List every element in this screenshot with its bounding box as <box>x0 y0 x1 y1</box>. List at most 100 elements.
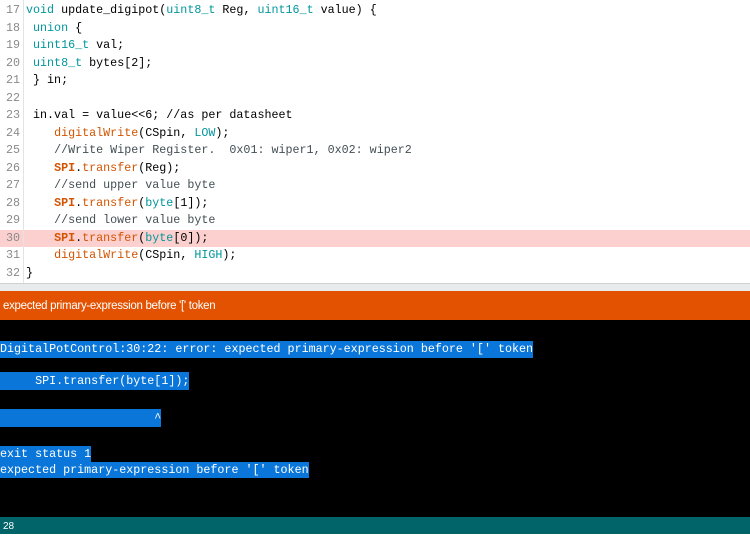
line-number: 30 <box>5 230 20 245</box>
line-number: 25 <box>5 143 20 157</box>
code-token: (CSpin, <box>138 248 195 262</box>
code-editor[interactable]: 17 void update_digipot(uint8_t Reg, uint1… <box>0 0 750 283</box>
code-token: //send upper value byte <box>54 178 216 192</box>
line-number: 24 <box>5 125 20 140</box>
line-number: 28 <box>5 195 20 210</box>
code-token: digitalWrite <box>54 125 139 140</box>
code-line[interactable]: 23 in.val = value<<6; //as per datasheet <box>0 107 750 125</box>
code-text[interactable]: digitalWrite(CSpin, HIGH); <box>26 247 236 265</box>
code-token: SPI <box>54 195 76 210</box>
code-token: value) { <box>313 3 377 17</box>
console-line[interactable]: DigitalPotControl:30:22: error: expected… <box>0 341 534 358</box>
code-token: val; <box>89 38 125 52</box>
code-line[interactable]: 31 digitalWrite(CSpin, HIGH); <box>0 247 750 265</box>
code-token: bytes[2]; <box>82 55 153 70</box>
code-token: } <box>26 265 34 280</box>
code-line[interactable]: 24 digitalWrite(CSpin, LOW); <box>0 125 750 143</box>
code-line[interactable]: 18 union { <box>0 20 750 38</box>
code-token: (CSpin, <box>138 125 195 140</box>
code-token: digitalWrite <box>54 248 139 262</box>
line-number: 20 <box>5 55 20 70</box>
code-line[interactable]: 20 uint8_t bytes[2]; <box>0 55 750 73</box>
code-token: LOW <box>194 125 216 140</box>
error-message: expected primary-expression before '[' t… <box>3 300 216 312</box>
console-line[interactable]: ^ <box>0 409 161 427</box>
code-line[interactable]: 17 void update_digipot(uint8_t Reg, uint1… <box>0 2 750 20</box>
line-number: 32 <box>5 265 20 280</box>
line-number: 23 <box>5 108 20 122</box>
code-line[interactable]: 27 //send upper value byte <box>0 177 750 195</box>
line-number: 31 <box>5 248 20 262</box>
console-line[interactable]: SPI.transfer(byte[1]); <box>0 372 190 390</box>
code-token: SPI <box>54 230 76 245</box>
code-text[interactable]: void update_digipot(uint8_t Reg, uint16_… <box>26 2 377 20</box>
line-number: 29 <box>5 213 20 227</box>
code-token: { <box>68 20 83 35</box>
code-text[interactable]: SPI.transfer(byte[0]); <box>26 230 208 248</box>
code-token: [1]); <box>173 195 209 210</box>
code-text[interactable]: union { <box>26 20 82 38</box>
code-token: byte <box>145 195 174 210</box>
code-line[interactable]: 26 SPI.transfer(Reg); <box>0 160 750 178</box>
code-token: transfer <box>82 230 139 245</box>
code-text[interactable]: //send lower value byte <box>26 212 215 230</box>
line-number: 18 <box>5 20 20 35</box>
code-token: uint16_t <box>257 3 314 17</box>
code-line[interactable]: 29 //send lower value byte <box>0 212 750 230</box>
line-number: 19 <box>5 38 20 52</box>
code-token: ); <box>222 248 237 262</box>
code-text[interactable]: } <box>26 265 33 283</box>
code-text[interactable]: SPI.transfer(byte[1]); <box>26 195 208 213</box>
console-line[interactable]: expected primary-expression before '[' t… <box>0 462 309 478</box>
code-line[interactable]: 28 SPI.transfer(byte[1]); <box>0 195 750 213</box>
line-number: 26 <box>5 160 20 175</box>
code-line[interactable]: 21 } in; <box>0 72 750 90</box>
code-text[interactable]: } in; <box>26 72 68 90</box>
console-output[interactable]: DigitalPotControl:30:22: error: expected… <box>0 320 750 517</box>
code-token: update_digipot( <box>54 3 167 17</box>
code-token: Reg, <box>215 3 258 17</box>
console-line[interactable]: exit status 1 <box>0 446 92 462</box>
code-token: (Reg); <box>138 160 181 175</box>
code-token: SPI <box>54 160 76 175</box>
code-token: transfer <box>82 160 139 175</box>
status-bar: 28 <box>0 517 750 534</box>
code-token: //Write Wiper Register. 0x01: wiper1, 0x… <box>54 143 412 157</box>
code-line[interactable]: 30 SPI.transfer(byte[0]); <box>0 229 750 248</box>
code-token: in.val = value<<6; //as per datasheet <box>26 108 293 122</box>
line-number: 22 <box>5 90 20 105</box>
code-token: uint8_t <box>166 3 216 17</box>
code-line[interactable]: 25 //Write Wiper Register. 0x01: wiper1,… <box>0 142 750 160</box>
line-number: 17 <box>5 3 20 17</box>
code-text[interactable]: uint16_t val; <box>26 37 124 55</box>
code-text[interactable]: //send upper value byte <box>26 177 215 195</box>
line-number: 27 <box>5 178 20 192</box>
code-token: uint16_t <box>33 38 90 52</box>
code-token: [0]); <box>173 230 209 245</box>
line-number: 21 <box>5 73 20 87</box>
code-text[interactable]: in.val = value<<6; //as per datasheet <box>26 107 293 125</box>
code-line[interactable]: 32} <box>0 265 750 283</box>
code-token: transfer <box>82 195 139 210</box>
code-token: void <box>26 3 55 17</box>
code-line[interactable]: 19 uint16_t val; <box>0 37 750 55</box>
code-token: uint8_t <box>33 55 83 70</box>
code-text[interactable]: uint8_t bytes[2]; <box>26 55 152 73</box>
code-text[interactable]: //Write Wiper Register. 0x01: wiper1, 0x… <box>26 142 412 160</box>
code-text[interactable]: digitalWrite(CSpin, LOW); <box>26 125 229 143</box>
code-line[interactable]: 22 <box>0 90 750 108</box>
code-token: //send lower value byte <box>54 213 216 227</box>
code-token: byte <box>145 230 174 245</box>
code-text[interactable]: SPI.transfer(Reg); <box>26 160 180 178</box>
code-token: } in; <box>26 73 69 87</box>
